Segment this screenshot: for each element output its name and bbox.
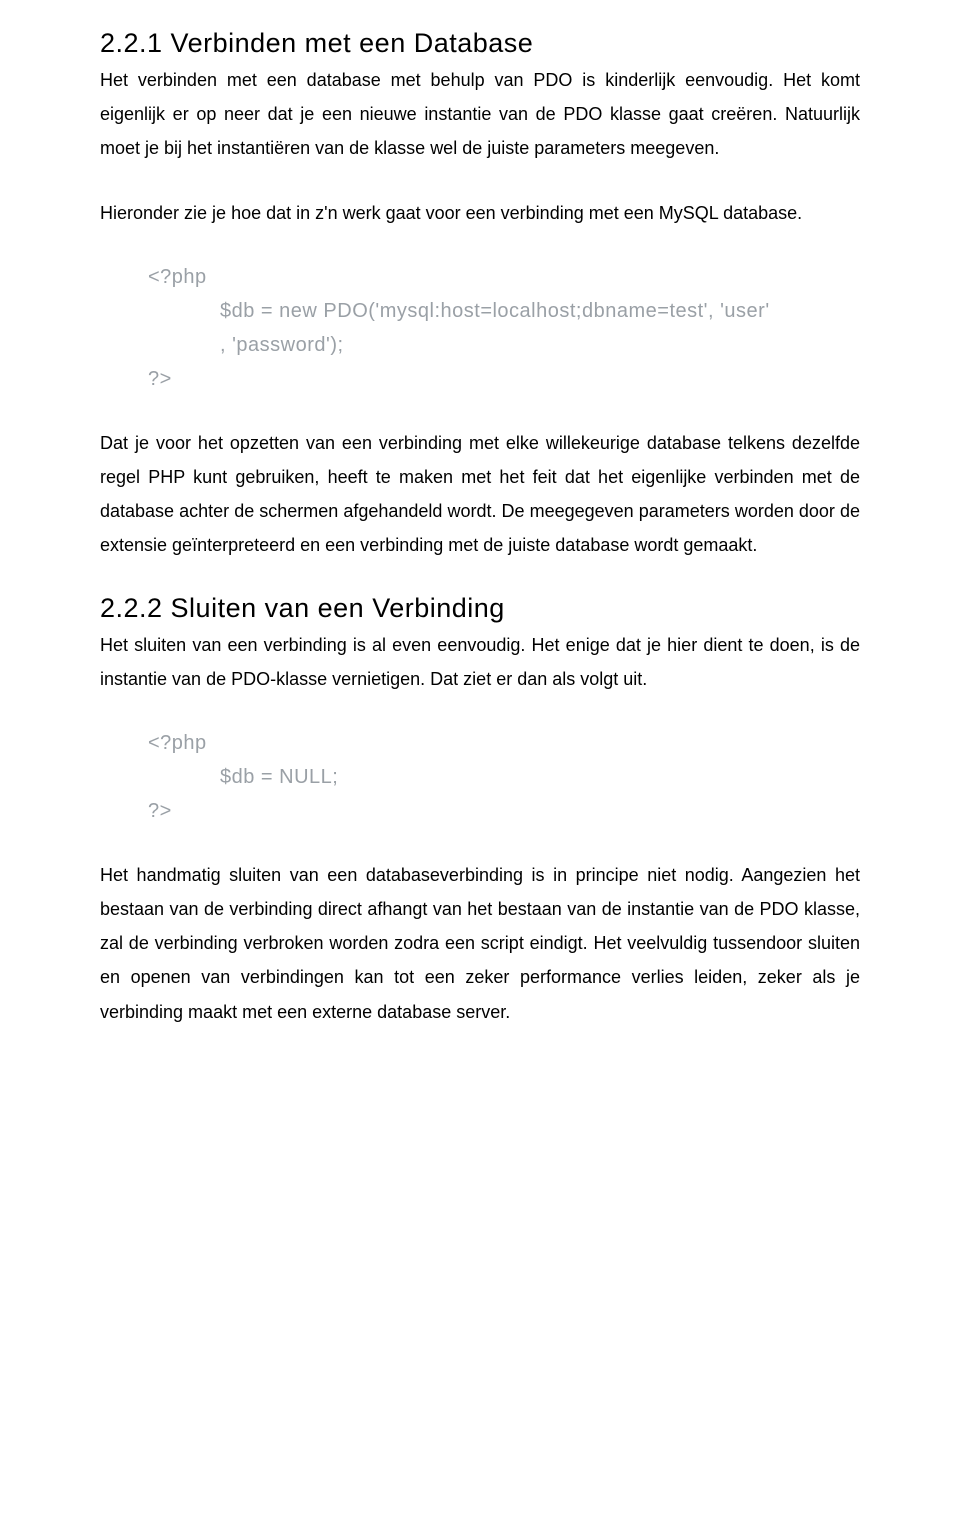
code-line: $db = NULL; [148, 760, 860, 794]
heading-2-2-2: 2.2.2 Sluiten van een Verbinding [100, 593, 860, 624]
document-page: 2.2.1 Verbinden met een Database Het ver… [0, 0, 960, 1519]
code-block-pdo-close: <?php $db = NULL; ?> [148, 726, 860, 828]
code-line: $db = new PDO('mysql:host=localhost;dbna… [148, 294, 860, 328]
paragraph: Hieronder zie je hoe dat in z'n werk gaa… [100, 196, 860, 230]
paragraph: Dat je voor het opzetten van een verbind… [100, 426, 860, 563]
paragraph: Het handmatig sluiten van een databaseve… [100, 858, 860, 1029]
code-line: <?php [148, 260, 860, 294]
paragraph: Het verbinden met een database met behul… [100, 63, 860, 166]
code-line: ?> [148, 794, 860, 828]
code-line: ?> [148, 362, 860, 396]
heading-2-2-1: 2.2.1 Verbinden met een Database [100, 28, 860, 59]
code-line: , 'password'); [148, 328, 860, 362]
code-line: <?php [148, 726, 860, 760]
paragraph: Het sluiten van een verbinding is al eve… [100, 628, 860, 696]
code-block-pdo-connect: <?php $db = new PDO('mysql:host=localhos… [148, 260, 860, 396]
